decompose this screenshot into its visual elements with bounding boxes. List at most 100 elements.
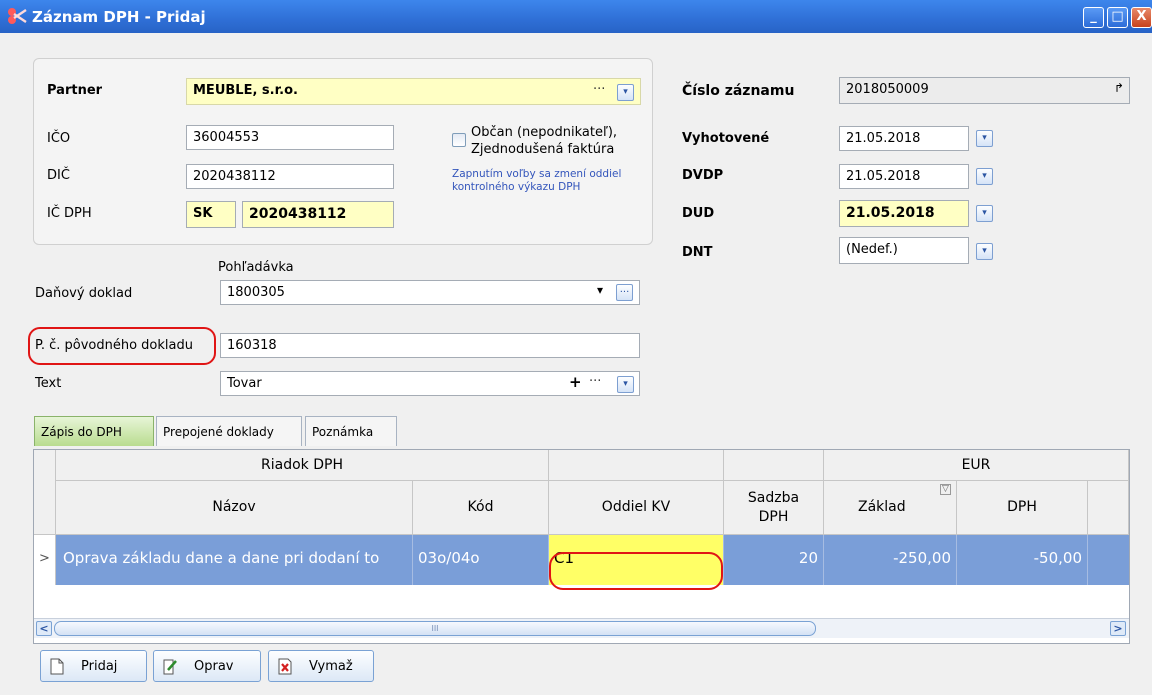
vyhotovene-value: 21.05.2018 [846,131,921,146]
col-header-oddiel-kv[interactable]: Oddiel KV [549,481,724,535]
povodny-value: 160318 [227,338,277,353]
danovy-sublabel: Pohľadávka [218,260,294,275]
dph-grid: Riadok DPH EUR Názov Kód Oddiel KV Sadzb… [33,449,1130,644]
obcan-label-1: Občan (nepodnikateľ), [471,125,618,140]
title-bar: Záznam DPH - Pridaj _ □ X [0,0,1152,33]
scroll-left-button[interactable]: < [36,621,52,636]
partner-dots-button[interactable]: ··· [593,82,605,97]
dvdp-label: DVDP [682,168,724,183]
icdph-prefix-field[interactable]: SK [186,201,236,228]
vyhotovene-label: Vyhotovené [682,131,770,146]
dic-field[interactable]: 2020438112 [186,164,394,189]
dnt-dropdown-button[interactable]: ▾ [976,243,993,260]
danovy-field[interactable]: 1800305 [220,280,640,305]
cell-sadzba[interactable]: 20 [724,535,824,585]
dnt-value: (Nedef.) [846,242,898,257]
cislo-label: Číslo záznamu [682,83,795,99]
grid-corner [34,450,56,535]
cell-zaklad[interactable]: -250,00 [824,535,957,585]
cislo-field: 2018050009 [839,77,1130,104]
band-riadok-dph: Riadok DPH [56,450,549,481]
danovy-label: Daňový doklad [35,286,133,301]
dvdp-field[interactable]: 21.05.2018 [839,164,969,189]
horizontal-scrollbar[interactable]: < III > [34,618,1129,638]
danovy-dots-button[interactable]: ··· [616,284,633,301]
danovy-value: 1800305 [227,285,285,300]
app-icon [8,8,27,24]
cell-kod[interactable]: 03o/04o [413,535,549,585]
scroll-thumb[interactable]: III [54,621,816,636]
tab-zapis-do-dph[interactable]: Zápis do DPH [34,416,154,446]
cislo-link-icon[interactable]: ↱ [1114,81,1124,95]
dud-dropdown-button[interactable]: ▾ [976,205,993,222]
partner-label: Partner [47,83,103,98]
highlight-oval-oddiel [549,552,723,590]
close-button[interactable]: X [1131,7,1152,28]
add-button[interactable]: Pridaj [40,650,147,682]
obcan-label-2: Zjednodušená faktúra [471,142,615,157]
cislo-value: 2018050009 [846,82,929,97]
edit-button[interactable]: Oprav [153,650,261,682]
text-dots-button[interactable]: ··· [589,374,601,389]
danovy-dropdown-arrow[interactable]: ▾ [597,283,603,297]
dvdp-value: 21.05.2018 [846,169,921,184]
new-document-icon [50,658,64,675]
band-empty-1 [549,450,724,481]
dic-label: DIČ [47,168,70,183]
dnt-select[interactable]: (Nedef.) [839,237,969,264]
text-label: Text [35,376,62,391]
delete-button-label: Vymaž [309,659,353,674]
delete-icon [278,658,292,675]
minimize-button[interactable]: _ [1083,7,1104,28]
dud-label: DUD [682,206,715,221]
obcan-hint-2: kontrolného výkazu DPH [452,181,581,193]
dnt-label: DNT [682,245,713,260]
vyhotovene-dropdown-button[interactable]: ▾ [976,130,993,147]
icdph-field[interactable]: 2020438112 [242,201,394,228]
text-value: Tovar [227,376,262,391]
scroll-right-button[interactable]: > [1110,621,1126,636]
maximize-button[interactable]: □ [1107,7,1128,28]
vyhotovene-field[interactable]: 21.05.2018 [839,126,969,151]
partner-field[interactable]: MEUBLE, s.r.o. [186,78,641,105]
edit-icon [163,659,177,675]
tab-prepojene-doklady[interactable]: Prepojené doklady [156,416,302,446]
col-header-nazov[interactable]: Názov [56,481,413,535]
dud-field[interactable]: 21.05.2018 [839,200,969,227]
cell-nazov[interactable]: Oprava základu dane a dane pri dodaní to [56,535,413,585]
col-header-sadzba-line2: DPH [758,509,789,525]
band-eur: EUR [824,450,1129,481]
text-dropdown-button[interactable]: ▾ [617,376,634,393]
povodny-field[interactable]: 160318 [220,333,640,358]
row-indicator[interactable]: > [34,535,56,585]
povodny-label: P. č. pôvodného dokladu [35,338,193,353]
col-header-dph[interactable]: DPH [957,481,1088,535]
window-title: Záznam DPH - Pridaj [32,8,206,26]
add-button-label: Pridaj [81,659,118,674]
ico-field[interactable]: 36004553 [186,125,394,150]
band-empty-2 [724,450,824,481]
ico-value: 36004553 [193,130,260,145]
dic-value: 2020438112 [193,169,276,184]
icdph-value: 2020438112 [249,206,347,222]
dud-value: 21.05.2018 [846,205,935,221]
col-header-sadzba-line1: Sadzba [747,490,800,506]
col-header-sadzba-dph[interactable]: Sadzba DPH [724,481,824,535]
partner-value: MEUBLE, s.r.o. [193,83,298,98]
dvdp-dropdown-button[interactable]: ▾ [976,168,993,185]
col-header-kod[interactable]: Kód [413,481,549,535]
icdph-label: IČ DPH [47,206,92,221]
edit-button-label: Oprav [194,659,234,674]
text-add-button[interactable]: + [569,373,582,391]
obcan-checkbox[interactable] [452,133,466,147]
ico-label: IČO [47,131,71,146]
obcan-hint-1: Zapnutím voľby sa zmení oddiel [452,168,622,180]
delete-button[interactable]: Vymaž [268,650,374,682]
partner-dropdown-button[interactable]: ▾ [617,84,634,101]
tab-poznamka[interactable]: Poznámka [305,416,397,446]
icdph-prefix-value: SK [193,206,213,221]
col-header-empty [1088,481,1129,535]
cell-dph[interactable]: -50,00 [957,535,1088,585]
filter-icon[interactable]: ▽ [940,484,951,495]
col-header-zaklad[interactable]: Základ [824,481,957,535]
